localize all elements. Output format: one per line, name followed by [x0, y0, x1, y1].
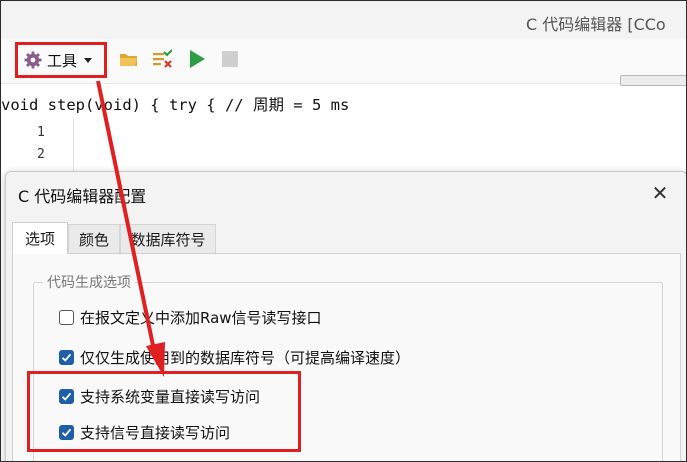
option-label: 在报文定义中添加Raw信号读写接口: [80, 309, 322, 327]
line-number: 1: [37, 125, 45, 140]
option-used-symbols-only[interactable]: 仅仅生成使用到的数据库符号（可提高编译速度）: [59, 347, 410, 368]
chevron-down-icon: [84, 57, 93, 63]
title-bar: C 代码编辑器 [CCo: [1, 1, 686, 39]
tab-options[interactable]: 选项: [12, 222, 68, 254]
tab-colors[interactable]: 颜色: [68, 224, 120, 254]
highlight-box-options: [27, 371, 301, 452]
tools-menu-label: 工具: [47, 51, 78, 70]
close-icon[interactable]: ✕: [647, 180, 673, 206]
edit-check-icon[interactable]: [152, 49, 172, 69]
checkbox-checked[interactable]: [59, 350, 74, 365]
checkbox-unchecked[interactable]: [59, 310, 74, 325]
line-number: 2: [37, 147, 45, 162]
tab-database-symbols[interactable]: 数据库符号: [120, 224, 216, 254]
app-window: C 代码编辑器 [CCo 工具 void step(void) {try {…: [0, 0, 687, 462]
dialog-title: C 代码编辑器配置: [18, 187, 147, 206]
stop-icon[interactable]: [220, 49, 240, 69]
option-raw-signal-interface[interactable]: 在报文定义中添加Raw信号读写接口: [59, 307, 322, 328]
tools-menu-button[interactable]: 工具: [15, 42, 107, 78]
folder-open-icon[interactable]: [119, 49, 139, 69]
window-title: C 代码编辑器 [CCo: [526, 15, 666, 34]
gear-icon: [24, 51, 42, 69]
option-label: 仅仅生成使用到的数据库符号（可提高编译速度）: [80, 349, 411, 367]
checkmark-icon: [61, 353, 72, 362]
horizontal-scrollbar[interactable]: [620, 75, 686, 86]
run-icon[interactable]: [187, 49, 207, 69]
group-legend: 代码生成选项: [43, 272, 135, 292]
code-line[interactable]: void step(void) { try { // 周期 = 5 ms: [1, 93, 686, 117]
